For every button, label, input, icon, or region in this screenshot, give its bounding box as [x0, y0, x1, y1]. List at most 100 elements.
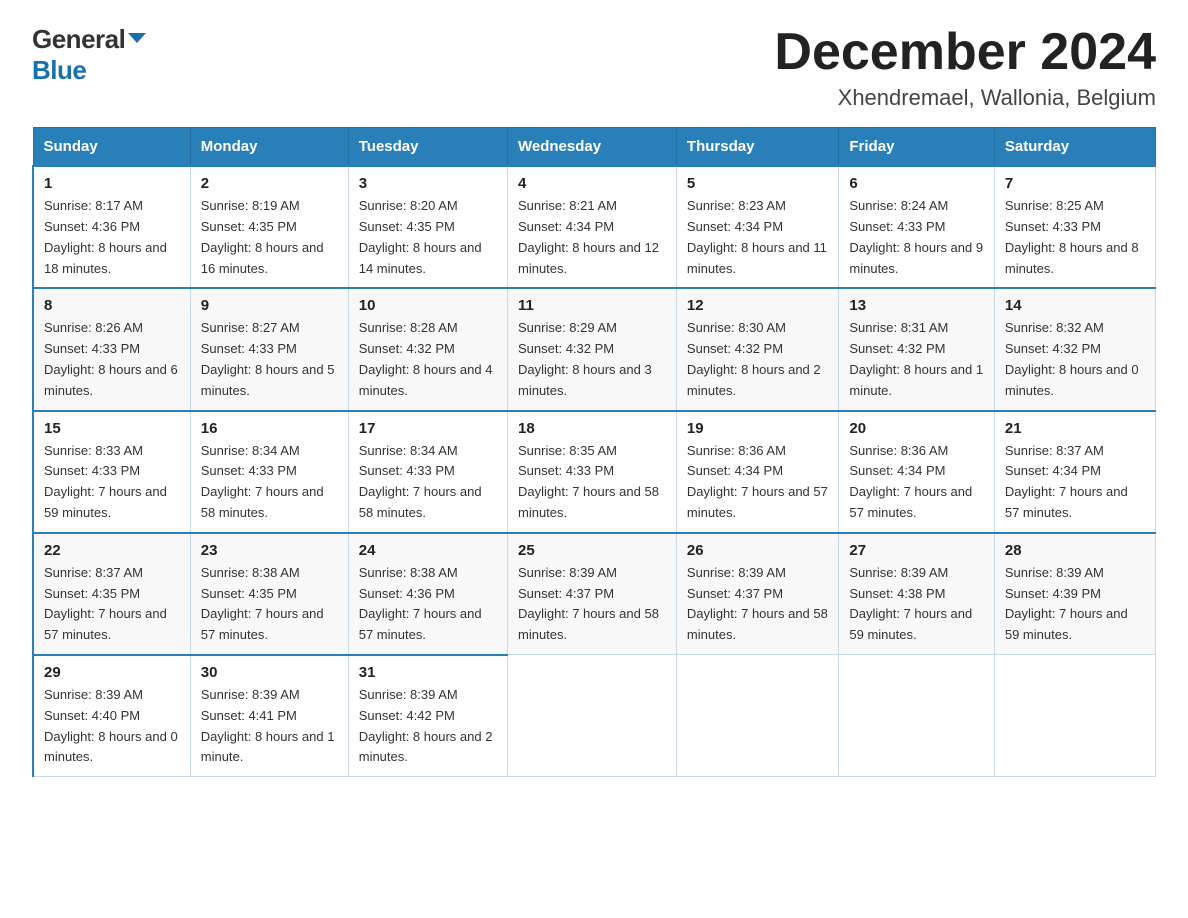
header-cell-wednesday: Wednesday [508, 128, 677, 167]
calendar-cell [839, 655, 994, 777]
day-number: 3 [359, 175, 497, 192]
day-info: Sunrise: 8:38 AMSunset: 4:35 PMDaylight:… [201, 563, 338, 646]
day-info: Sunrise: 8:39 AMSunset: 4:37 PMDaylight:… [687, 563, 828, 646]
calendar-table: SundayMondayTuesdayWednesdayThursdayFrid… [32, 127, 1156, 777]
calendar-cell [994, 655, 1155, 777]
calendar-cell: 11Sunrise: 8:29 AMSunset: 4:32 PMDayligh… [508, 288, 677, 410]
day-info: Sunrise: 8:39 AMSunset: 4:37 PMDaylight:… [518, 563, 666, 646]
day-number: 4 [518, 175, 666, 192]
calendar-cell: 22Sunrise: 8:37 AMSunset: 4:35 PMDayligh… [33, 533, 190, 655]
day-number: 18 [518, 420, 666, 437]
calendar-cell: 28 Sunrise: 8:39 AMSunset: 4:39 PMDayligh… [994, 533, 1155, 655]
day-number: 14 [1005, 297, 1145, 314]
day-number: 27 [849, 542, 983, 559]
day-number: 31 [359, 664, 497, 681]
day-number: 22 [44, 542, 180, 559]
header-cell-saturday: Saturday [994, 128, 1155, 167]
calendar-cell: 1Sunrise: 8:17 AMSunset: 4:36 PMDaylight… [33, 166, 190, 288]
calendar-cell [676, 655, 838, 777]
calendar-cell: 17 Sunrise: 8:34 AMSunset: 4:33 PMDayligh… [348, 411, 507, 533]
day-info: Sunrise: 8:37 AMSunset: 4:34 PMDaylight:… [1005, 441, 1145, 524]
location-title: Xhendremael, Wallonia, Belgium [774, 85, 1156, 111]
calendar-cell: 4 Sunrise: 8:21 AMSunset: 4:34 PMDaylight… [508, 166, 677, 288]
calendar-cell: 5 Sunrise: 8:23 AMSunset: 4:34 PMDaylight… [676, 166, 838, 288]
header-cell-tuesday: Tuesday [348, 128, 507, 167]
day-number: 17 [359, 420, 497, 437]
day-number: 29 [44, 664, 180, 681]
calendar-cell: 12 Sunrise: 8:30 AMSunset: 4:32 PMDayligh… [676, 288, 838, 410]
day-number: 5 [687, 175, 828, 192]
calendar-cell: 19 Sunrise: 8:36 AMSunset: 4:34 PMDayligh… [676, 411, 838, 533]
day-number: 9 [201, 297, 338, 314]
day-number: 13 [849, 297, 983, 314]
header-cell-sunday: Sunday [33, 128, 190, 167]
day-info: Sunrise: 8:31 AMSunset: 4:32 PMDaylight:… [849, 318, 983, 401]
day-info: Sunrise: 8:20 AMSunset: 4:35 PMDaylight:… [359, 196, 497, 279]
day-info: Sunrise: 8:36 AMSunset: 4:34 PMDaylight:… [849, 441, 983, 524]
calendar-cell: 8 Sunrise: 8:26 AMSunset: 4:33 PMDaylight… [33, 288, 190, 410]
calendar-cell: 6Sunrise: 8:24 AMSunset: 4:33 PMDaylight… [839, 166, 994, 288]
calendar-cell: 25 Sunrise: 8:39 AMSunset: 4:37 PMDayligh… [508, 533, 677, 655]
calendar-cell [508, 655, 677, 777]
day-info: Sunrise: 8:39 AMSunset: 4:39 PMDaylight:… [1005, 563, 1145, 646]
calendar-header: SundayMondayTuesdayWednesdayThursdayFrid… [33, 128, 1156, 167]
day-number: 30 [201, 664, 338, 681]
day-number: 10 [359, 297, 497, 314]
day-info: Sunrise: 8:24 AMSunset: 4:33 PMDaylight:… [849, 196, 983, 279]
calendar-cell: 7Sunrise: 8:25 AMSunset: 4:33 PMDaylight… [994, 166, 1155, 288]
day-info: Sunrise: 8:23 AMSunset: 4:34 PMDaylight:… [687, 196, 828, 279]
day-info: Sunrise: 8:19 AMSunset: 4:35 PMDaylight:… [201, 196, 338, 279]
day-number: 12 [687, 297, 828, 314]
calendar-cell: 15 Sunrise: 8:33 AMSunset: 4:33 PMDayligh… [33, 411, 190, 533]
calendar-cell: 26 Sunrise: 8:39 AMSunset: 4:37 PMDayligh… [676, 533, 838, 655]
day-number: 26 [687, 542, 828, 559]
day-info: Sunrise: 8:27 AMSunset: 4:33 PMDaylight:… [201, 318, 338, 401]
day-info: Sunrise: 8:33 AMSunset: 4:33 PMDaylight:… [44, 441, 180, 524]
day-info: Sunrise: 8:35 AMSunset: 4:33 PMDaylight:… [518, 441, 666, 524]
calendar-week-2: 8 Sunrise: 8:26 AMSunset: 4:33 PMDaylight… [33, 288, 1156, 410]
header-cell-friday: Friday [839, 128, 994, 167]
calendar-cell: 20 Sunrise: 8:36 AMSunset: 4:34 PMDayligh… [839, 411, 994, 533]
header-cell-thursday: Thursday [676, 128, 838, 167]
day-number: 8 [44, 297, 180, 314]
day-number: 24 [359, 542, 497, 559]
day-info: Sunrise: 8:39 AMSunset: 4:41 PMDaylight:… [201, 685, 338, 768]
month-title: December 2024 [774, 24, 1156, 81]
calendar-cell: 24Sunrise: 8:38 AMSunset: 4:36 PMDayligh… [348, 533, 507, 655]
calendar-cell: 13 Sunrise: 8:31 AMSunset: 4:32 PMDayligh… [839, 288, 994, 410]
day-info: Sunrise: 8:21 AMSunset: 4:34 PMDaylight:… [518, 196, 666, 279]
calendar-body: 1Sunrise: 8:17 AMSunset: 4:36 PMDaylight… [33, 166, 1156, 776]
calendar-cell: 16 Sunrise: 8:34 AMSunset: 4:33 PMDayligh… [190, 411, 348, 533]
day-number: 2 [201, 175, 338, 192]
calendar-week-3: 15 Sunrise: 8:33 AMSunset: 4:33 PMDayligh… [33, 411, 1156, 533]
day-number: 7 [1005, 175, 1145, 192]
calendar-week-5: 29Sunrise: 8:39 AMSunset: 4:40 PMDayligh… [33, 655, 1156, 777]
day-number: 16 [201, 420, 338, 437]
calendar-cell: 23Sunrise: 8:38 AMSunset: 4:35 PMDayligh… [190, 533, 348, 655]
day-number: 15 [44, 420, 180, 437]
day-number: 11 [518, 297, 666, 314]
day-info: Sunrise: 8:30 AMSunset: 4:32 PMDaylight:… [687, 318, 828, 401]
header-cell-monday: Monday [190, 128, 348, 167]
day-number: 28 [1005, 542, 1145, 559]
day-info: Sunrise: 8:26 AMSunset: 4:33 PMDaylight:… [44, 318, 180, 401]
calendar-cell: 27Sunrise: 8:39 AMSunset: 4:38 PMDayligh… [839, 533, 994, 655]
calendar-cell: 3 Sunrise: 8:20 AMSunset: 4:35 PMDaylight… [348, 166, 507, 288]
calendar-cell: 29Sunrise: 8:39 AMSunset: 4:40 PMDayligh… [33, 655, 190, 777]
day-number: 25 [518, 542, 666, 559]
calendar-cell: 9 Sunrise: 8:27 AMSunset: 4:33 PMDaylight… [190, 288, 348, 410]
day-number: 19 [687, 420, 828, 437]
day-info: Sunrise: 8:34 AMSunset: 4:33 PMDaylight:… [359, 441, 497, 524]
day-number: 20 [849, 420, 983, 437]
page-header: General Blue December 2024 Xhendremael, … [32, 24, 1156, 111]
calendar-cell: 30 Sunrise: 8:39 AMSunset: 4:41 PMDayligh… [190, 655, 348, 777]
calendar-cell: 31 Sunrise: 8:39 AMSunset: 4:42 PMDayligh… [348, 655, 507, 777]
day-info: Sunrise: 8:34 AMSunset: 4:33 PMDaylight:… [201, 441, 338, 524]
calendar-week-1: 1Sunrise: 8:17 AMSunset: 4:36 PMDaylight… [33, 166, 1156, 288]
logo: General Blue [32, 24, 146, 86]
calendar-week-4: 22Sunrise: 8:37 AMSunset: 4:35 PMDayligh… [33, 533, 1156, 655]
day-info: Sunrise: 8:36 AMSunset: 4:34 PMDaylight:… [687, 441, 828, 524]
calendar-cell: 18 Sunrise: 8:35 AMSunset: 4:33 PMDayligh… [508, 411, 677, 533]
logo-arrow-icon [128, 29, 146, 52]
day-info: Sunrise: 8:39 AMSunset: 4:42 PMDaylight:… [359, 685, 497, 768]
